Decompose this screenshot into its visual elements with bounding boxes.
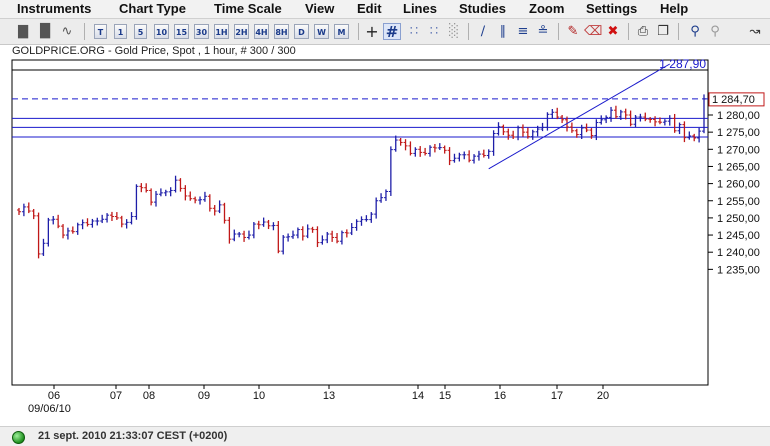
x-date-label: 09/06/10	[28, 403, 71, 415]
high-price-label: 1 287,90	[659, 57, 706, 71]
timeframe-week-button[interactable]: W	[314, 24, 329, 39]
x-tick-label: 16	[494, 390, 506, 402]
timeframe-4h-button[interactable]: 4H	[254, 24, 269, 39]
toolbar-separator	[358, 23, 359, 40]
x-tick-label: 14	[412, 390, 424, 402]
x-tick-label: 10	[253, 390, 265, 402]
menu-settings[interactable]: Settings	[586, 0, 637, 18]
parallel-lines-icon[interactable]: ∥	[494, 23, 512, 40]
timeframe-1m-button[interactable]: 1	[114, 24, 127, 39]
menu-time-scale[interactable]: Time Scale	[214, 0, 282, 18]
bar-chart-icon[interactable]: █	[36, 23, 54, 40]
menu-view[interactable]: View	[305, 0, 334, 18]
print-icon[interactable]: ⎙	[634, 23, 652, 40]
menu-zoom[interactable]: Zoom	[529, 0, 564, 18]
timeframe-30m-button[interactable]: 30	[194, 24, 209, 39]
grid-icon[interactable]: #	[383, 23, 401, 41]
copy-icon[interactable]: ❐	[654, 23, 672, 40]
toolbar-separator	[84, 23, 85, 40]
timeframe-tick-button[interactable]: T	[94, 24, 107, 39]
plot-frame	[11, 59, 709, 386]
x-tick-label: 13	[323, 390, 335, 402]
toolbar: ▇ █ ∿ T 1 5 10 15 30 1H 2H 4H 8H D W M +…	[0, 19, 770, 45]
toolbar-separator	[468, 23, 469, 40]
channel-icon[interactable]: ≗	[534, 23, 552, 40]
zoom-out-icon[interactable]: ⚲	[706, 23, 724, 40]
menu-lines[interactable]: Lines	[403, 0, 437, 18]
timeframe-month-button[interactable]: M	[334, 24, 349, 39]
chart-title: GOLDPRICE.ORG - Gold Price, Spot , 1 hou…	[12, 45, 296, 57]
status-bar: 21 sept. 2010 21:33:07 CEST (+0200)	[0, 426, 770, 446]
candlestick-icon[interactable]: ▇	[14, 23, 32, 40]
pencil-icon[interactable]: ✎	[564, 23, 582, 40]
menu-bar: Instruments Chart Type Time Scale View E…	[0, 0, 770, 19]
crosshair-icon[interactable]: +	[363, 23, 381, 40]
menu-help[interactable]: Help	[660, 0, 688, 18]
menu-chart-type[interactable]: Chart Type	[119, 0, 186, 18]
last-price-label: 1 284,70	[712, 94, 755, 106]
toolbar-separator	[678, 23, 679, 40]
y-tick-label: 1 275,00	[717, 127, 760, 139]
x-tick-label: 09	[198, 390, 210, 402]
timeframe-2h-button[interactable]: 2H	[234, 24, 249, 39]
timeframe-15m-button[interactable]: 15	[174, 24, 189, 39]
line-chart-icon[interactable]: ∿	[58, 23, 76, 40]
menu-edit[interactable]: Edit	[357, 0, 382, 18]
menu-studies[interactable]: Studies	[459, 0, 506, 18]
x-tick-label: 17	[551, 390, 563, 402]
timeframe-1h-button[interactable]: 1H	[214, 24, 229, 39]
y-tick-label: 1 260,00	[717, 179, 760, 191]
timeframe-day-button[interactable]: D	[294, 24, 309, 39]
x-tick-label: 20	[597, 390, 609, 402]
toolbar-separator	[558, 23, 559, 40]
y-tick-label: 1 280,00	[717, 110, 760, 122]
zoom-in-icon[interactable]: ⚲	[686, 23, 704, 40]
price-chart[interactable]: 1 280,00 1 275,00 1 270,00 1 265,00 1 260,00…	[0, 57, 770, 426]
trendline-icon[interactable]: ∕	[474, 23, 492, 40]
fibonacci-icon[interactable]: ≡	[514, 23, 532, 40]
eraser-icon[interactable]: ⌫	[584, 23, 602, 40]
toolbar-separator	[628, 23, 629, 40]
dotted-grid-alt-icon[interactable]: ∷	[425, 23, 443, 40]
y-tick-label: 1 265,00	[717, 161, 760, 173]
x-tick-label: 06	[48, 390, 60, 402]
x-tick-label: 08	[143, 390, 155, 402]
timeframe-8h-button[interactable]: 8H	[274, 24, 289, 39]
y-tick-label: 1 255,00	[717, 196, 760, 208]
status-timestamp: 21 sept. 2010 21:33:07 CEST (+0200)	[38, 430, 228, 442]
y-tick-label: 1 250,00	[717, 213, 760, 225]
y-tick-label: 1 235,00	[717, 264, 760, 276]
x-tick-label: 15	[439, 390, 451, 402]
y-tick-label: 1 270,00	[717, 144, 760, 156]
x-tick-label: 07	[110, 390, 122, 402]
timeframe-5m-button[interactable]: 5	[134, 24, 147, 39]
timeframe-10m-button[interactable]: 10	[154, 24, 169, 39]
y-tick-label: 1 240,00	[717, 247, 760, 259]
y-tick-label: 1 245,00	[717, 230, 760, 242]
delete-icon[interactable]: ✖	[604, 23, 622, 40]
tools-icon[interactable]: ↝	[746, 23, 764, 40]
dotted-grid-icon[interactable]: ∷	[405, 23, 423, 40]
menu-instruments[interactable]: Instruments	[17, 0, 91, 18]
connection-status-icon	[12, 431, 25, 444]
volume-icon[interactable]: ░	[445, 23, 463, 40]
